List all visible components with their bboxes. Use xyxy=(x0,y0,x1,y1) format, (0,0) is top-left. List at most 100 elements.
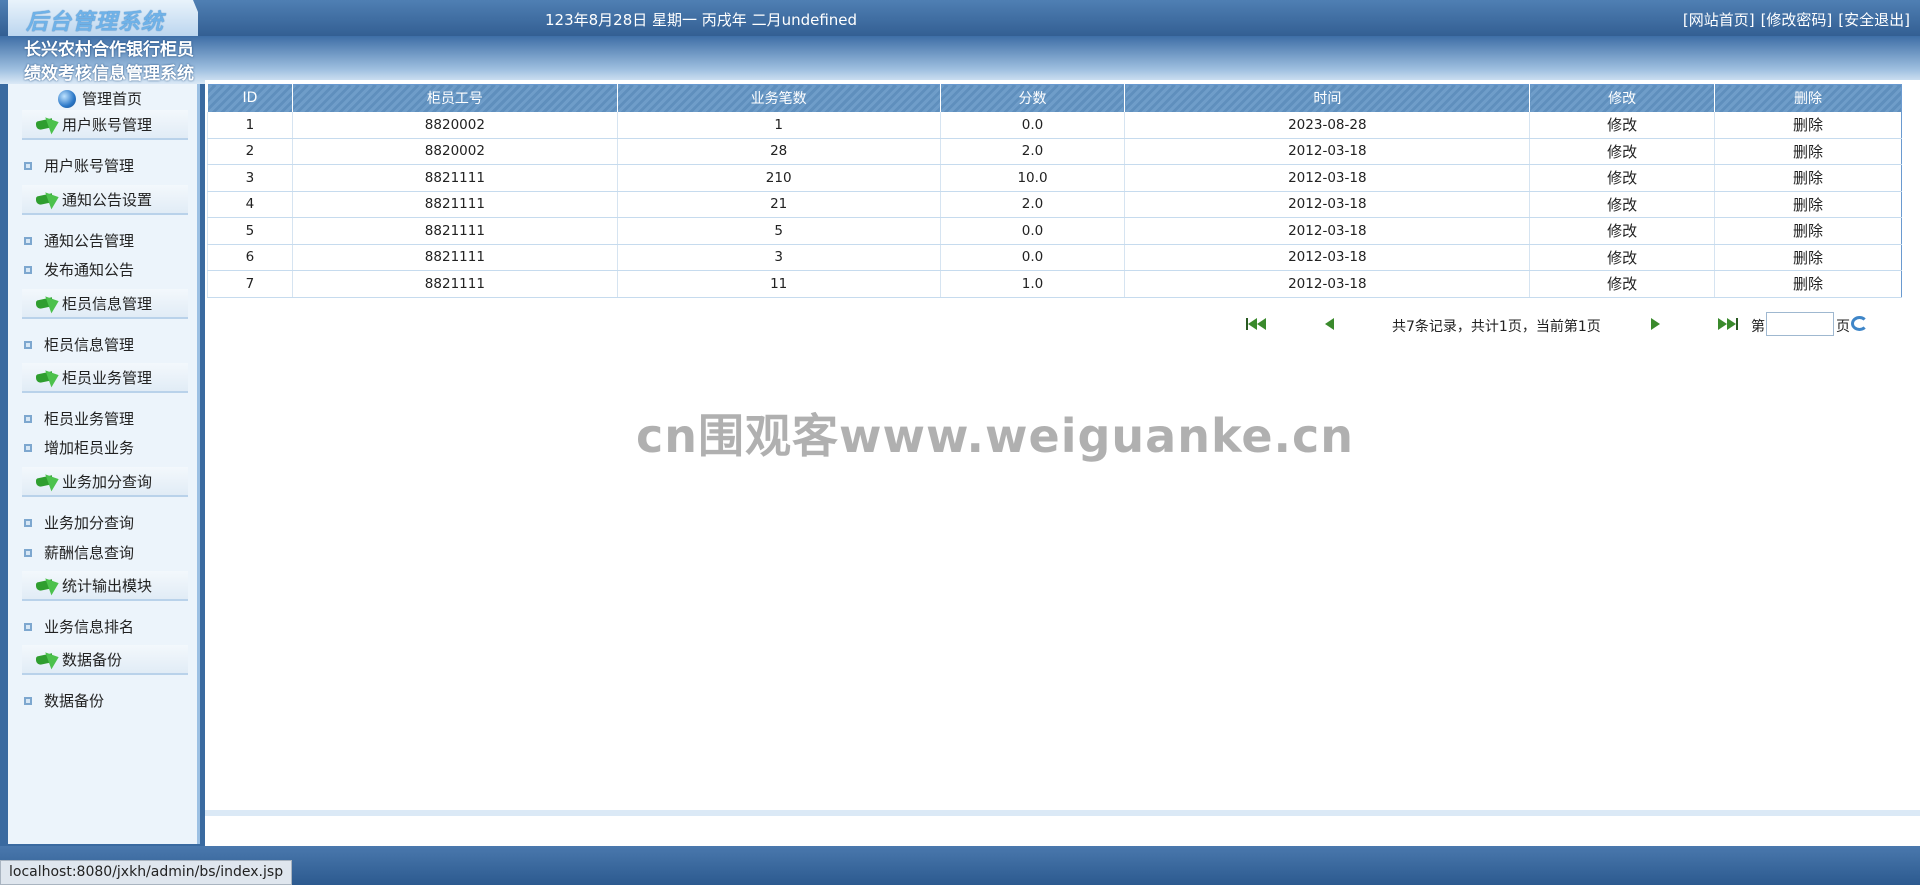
edit-link[interactable]: 修改 xyxy=(1529,270,1715,298)
cell-business-count: 21 xyxy=(616,191,941,218)
cell-time: 2012-03-18 xyxy=(1124,138,1530,165)
delete-link[interactable]: 删除 xyxy=(1714,111,1902,139)
table-row: 4 8821111 21 2.0 2012-03-18 修改 删除 xyxy=(207,191,1902,218)
cell-id: 5 xyxy=(207,217,293,245)
green-arrow-icon xyxy=(36,473,60,489)
edit-link[interactable]: 修改 xyxy=(1529,191,1715,218)
sidebar-group-teller-info[interactable]: 柜员信息管理 xyxy=(22,289,188,319)
cell-teller-no: 8820002 xyxy=(291,111,618,139)
cell-id: 4 xyxy=(207,191,293,218)
sidebar-item-label: 数据备份 xyxy=(44,692,105,710)
green-arrow-icon xyxy=(36,116,60,132)
sidebar-item-label: 柜员业务管理 xyxy=(44,410,135,428)
last-page-icon[interactable] xyxy=(1718,318,1738,332)
sidebar-group-label: 柜员业务管理 xyxy=(62,368,153,387)
sidebar-item-salary-query[interactable]: 薪酬信息查询 xyxy=(24,542,134,563)
sidebar-item-teller-business[interactable]: 柜员业务管理 xyxy=(24,408,134,429)
edit-link[interactable]: 修改 xyxy=(1529,164,1715,192)
sidebar-item-bonus-query[interactable]: 业务加分查询 xyxy=(24,512,134,533)
delete-link[interactable]: 删除 xyxy=(1714,138,1902,165)
sidebar-group-label: 数据备份 xyxy=(62,650,123,669)
cell-time: 2012-03-18 xyxy=(1124,244,1530,271)
table-row: 3 8821111 210 10.0 2012-03-18 修改 删除 xyxy=(207,164,1902,192)
logo-text: 后台管理系统 xyxy=(26,10,165,35)
sidebar-home[interactable]: 管理首页 xyxy=(58,88,142,109)
sidebar-group-label: 用户账号管理 xyxy=(62,115,153,134)
bullet-icon xyxy=(24,414,32,423)
cell-time: 2012-03-18 xyxy=(1124,191,1530,218)
pager-summary: 共7条记录，共计1页，当前第1页 xyxy=(1392,319,1601,335)
cell-id: 6 xyxy=(207,244,293,271)
sidebar-group-label: 通知公告设置 xyxy=(62,190,153,209)
sidebar-group-backup[interactable]: 数据备份 xyxy=(22,645,188,675)
cell-score: 0.0 xyxy=(939,244,1125,271)
first-page-icon[interactable] xyxy=(1246,318,1266,332)
sidebar-group-teller-business[interactable]: 柜员业务管理 xyxy=(22,363,188,393)
col-header-delete: 删除 xyxy=(1714,84,1902,112)
sidebar-item-label: 薪酬信息查询 xyxy=(44,544,135,562)
delete-link[interactable]: 删除 xyxy=(1714,191,1902,218)
cell-teller-no: 8821111 xyxy=(291,270,618,298)
sidebar-item-notice-manage[interactable]: 通知公告管理 xyxy=(24,230,134,251)
website-home-link[interactable]: [网站首页] xyxy=(1683,9,1755,30)
sidebar-item-add-business[interactable]: 增加柜员业务 xyxy=(24,437,134,458)
bullet-icon xyxy=(24,518,32,527)
sidebar-item-notice-publish[interactable]: 发布通知公告 xyxy=(24,259,134,280)
sidebar-item-backup[interactable]: 数据备份 xyxy=(24,690,104,711)
cell-time: 2023-08-28 xyxy=(1124,111,1530,139)
col-header-edit: 修改 xyxy=(1529,84,1715,112)
table-row: 7 8821111 11 1.0 2012-03-18 修改 删除 xyxy=(207,270,1902,298)
cell-business-count: 5 xyxy=(616,217,941,245)
main-bottom-divider xyxy=(205,810,1920,816)
edit-link[interactable]: 修改 xyxy=(1529,217,1715,245)
sidebar-item-teller-info[interactable]: 柜员信息管理 xyxy=(24,334,134,355)
business-table: ID 柜员工号 业务笔数 分数 时间 修改 删除 1 8820002 1 0.0… xyxy=(207,84,1902,298)
sidebar-item-business-ranking[interactable]: 业务信息排名 xyxy=(24,616,134,637)
green-arrow-icon xyxy=(36,191,60,207)
delete-link[interactable]: 删除 xyxy=(1714,217,1902,245)
bullet-icon xyxy=(24,265,32,274)
page-number-input[interactable] xyxy=(1766,312,1834,336)
header-band xyxy=(0,36,1920,84)
bullet-icon xyxy=(24,696,32,705)
edit-link[interactable]: 修改 xyxy=(1529,111,1715,139)
cell-id: 2 xyxy=(207,138,293,165)
sidebar-home-label: 管理首页 xyxy=(82,90,143,108)
sidebar-item-user-accounts[interactable]: 用户账号管理 xyxy=(24,155,134,176)
sidebar-item-label: 业务信息排名 xyxy=(44,618,135,636)
go-refresh-icon[interactable] xyxy=(1851,316,1868,331)
cell-id: 1 xyxy=(207,111,293,139)
cell-teller-no: 8820002 xyxy=(291,138,618,165)
delete-link[interactable]: 删除 xyxy=(1714,244,1902,271)
logout-link[interactable]: [安全退出] xyxy=(1838,9,1910,30)
next-page-icon[interactable] xyxy=(1651,318,1660,332)
sidebar-group-notices[interactable]: 通知公告设置 xyxy=(22,185,188,215)
edit-link[interactable]: 修改 xyxy=(1529,244,1715,271)
edit-link[interactable]: 修改 xyxy=(1529,138,1715,165)
change-password-link[interactable]: [修改密码] xyxy=(1761,9,1833,30)
cell-score: 0.0 xyxy=(939,217,1125,245)
cell-business-count: 210 xyxy=(616,164,941,192)
cell-business-count: 3 xyxy=(616,244,941,271)
sidebar-group-user-accounts[interactable]: 用户账号管理 xyxy=(22,110,188,140)
cell-id: 7 xyxy=(207,270,293,298)
cell-score: 10.0 xyxy=(939,164,1125,192)
prev-page-icon[interactable] xyxy=(1325,318,1334,332)
col-header-teller-no: 柜员工号 xyxy=(291,84,618,112)
cell-time: 2012-03-18 xyxy=(1124,270,1530,298)
cell-business-count: 11 xyxy=(616,270,941,298)
cell-business-count: 1 xyxy=(616,111,941,139)
delete-link[interactable]: 删除 xyxy=(1714,270,1902,298)
sidebar-group-statistics[interactable]: 统计输出模块 xyxy=(22,571,188,601)
page-suffix-label: 页 xyxy=(1836,319,1850,335)
table-row: 6 8821111 3 0.0 2012-03-18 修改 删除 xyxy=(207,244,1902,271)
delete-link[interactable]: 删除 xyxy=(1714,164,1902,192)
table-header-row: ID 柜员工号 业务笔数 分数 时间 修改 删除 xyxy=(207,84,1902,112)
cell-score: 2.0 xyxy=(939,191,1125,218)
sidebar-group-bonus-query[interactable]: 业务加分查询 xyxy=(22,467,188,497)
cell-score: 0.0 xyxy=(939,111,1125,139)
top-bar: 后台管理系统 123年8月28日 星期一 丙戌年 二月undefined [网站… xyxy=(0,0,1920,36)
globe-icon xyxy=(58,89,76,108)
sidebar-group-label: 统计输出模块 xyxy=(62,576,153,595)
table-row: 5 8821111 5 0.0 2012-03-18 修改 删除 xyxy=(207,217,1902,245)
